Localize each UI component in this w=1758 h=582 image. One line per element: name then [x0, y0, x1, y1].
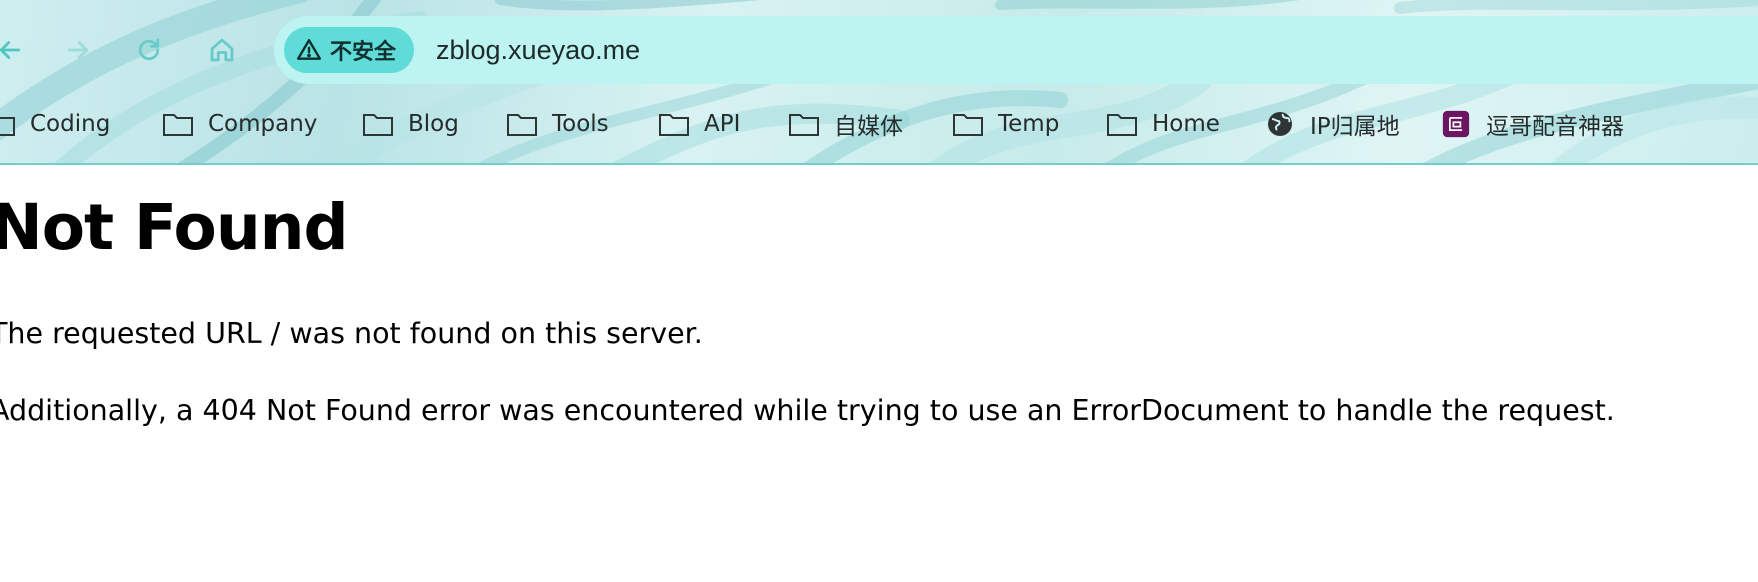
bookmark-label: API: [704, 111, 741, 137]
bookmark-label: Temp: [998, 111, 1060, 137]
bookmark-coding[interactable]: Coding: [0, 104, 110, 144]
browser-chrome: 不安全 zblog.xueyao.me Coding Company Blog …: [0, 0, 1758, 165]
toolbar: 不安全 zblog.xueyao.me: [0, 16, 1758, 84]
address-bar[interactable]: 不安全 zblog.xueyao.me: [274, 16, 1758, 84]
bookmark-label: IP归属地: [1310, 114, 1400, 140]
security-label: 不安全: [330, 40, 397, 65]
security-indicator[interactable]: 不安全: [284, 27, 415, 73]
bookmark-tools[interactable]: Tools: [506, 104, 609, 144]
forward-button[interactable]: [60, 32, 96, 68]
bookmark-label: Home: [1152, 111, 1220, 137]
home-icon: [210, 38, 234, 62]
folder-icon: [507, 114, 537, 136]
bookmark-ip-location[interactable]: IP归属地: [1264, 104, 1400, 144]
home-button[interactable]: [204, 32, 240, 68]
bookmark-zimeiti[interactable]: 自媒体: [788, 104, 903, 144]
bookmark-label: 自媒体: [834, 114, 903, 140]
app-favicon-icon: [1442, 110, 1470, 138]
bookmark-label: Blog: [408, 111, 459, 137]
bookmark-home[interactable]: Home: [1106, 104, 1220, 144]
folder-icon: [659, 114, 689, 136]
warning-icon: [296, 39, 322, 60]
error-detail: Additionally, a 404 Not Found error was …: [0, 394, 1615, 427]
page-title: Not Found: [0, 191, 349, 264]
folder-icon: [363, 114, 393, 136]
bookmark-dubbing-tool[interactable]: 逗哥配音神器: [1440, 104, 1624, 144]
folder-icon: [163, 114, 193, 136]
reload-button[interactable]: [131, 32, 167, 68]
bookmark-blog[interactable]: Blog: [362, 104, 459, 144]
folder-icon: [953, 114, 983, 136]
bookmark-temp[interactable]: Temp: [952, 104, 1059, 144]
folder-icon: [0, 117, 15, 136]
folder-icon: [789, 114, 819, 136]
error-message: The requested URL / was not found on thi…: [0, 317, 703, 350]
bookmark-api[interactable]: API: [658, 104, 740, 144]
bookmark-label: Company: [208, 111, 318, 137]
arrow-left-icon: [0, 41, 21, 59]
reload-icon: [138, 38, 160, 61]
bookmark-label: Tools: [552, 111, 609, 137]
arrow-right-icon: [67, 41, 89, 59]
url-text[interactable]: zblog.xueyao.me: [436, 16, 640, 84]
folder-icon: [1107, 114, 1137, 136]
globe-icon: [1268, 112, 1292, 136]
bookmark-label: 逗哥配音神器: [1486, 114, 1624, 140]
bookmark-company[interactable]: Company: [162, 104, 317, 144]
back-button[interactable]: [0, 32, 28, 68]
bookmark-label: Coding: [30, 111, 111, 137]
